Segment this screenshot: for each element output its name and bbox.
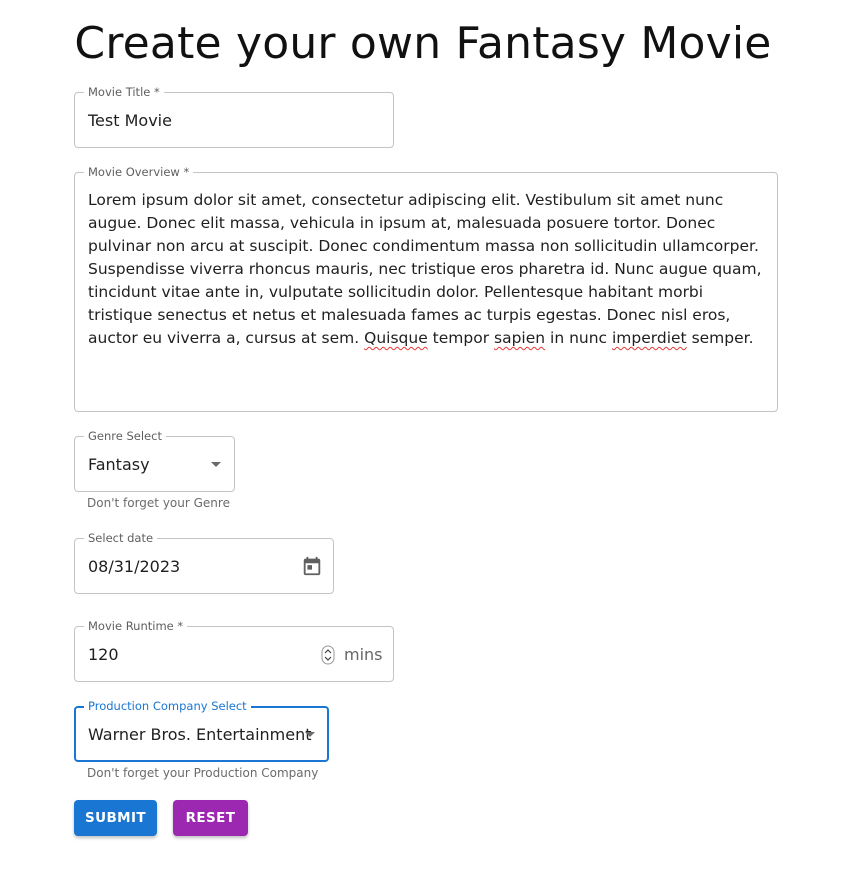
dropdown-arrow-icon	[305, 732, 315, 737]
misspelled-word: sapien	[494, 329, 546, 347]
number-spinner-icon[interactable]	[321, 645, 335, 665]
date-field[interactable]: Select date 08/31/2023	[74, 531, 334, 594]
production-company-select[interactable]: Production Company Select Warner Bros. E…	[74, 699, 329, 762]
date-input[interactable]: 08/31/2023	[88, 557, 180, 576]
misspelled-word: Quisque	[364, 329, 428, 347]
overview-text-segment: in nunc	[545, 329, 612, 347]
reset-button[interactable]: RESET	[173, 800, 248, 836]
movie-overview-field[interactable]: Movie Overview * Lorem ipsum dolor sit a…	[74, 165, 778, 412]
production-company-value: Warner Bros. Entertainment	[88, 725, 312, 744]
calendar-icon[interactable]	[301, 555, 323, 577]
date-label: Select date	[84, 531, 158, 546]
overview-text-segment: Lorem ipsum dolor sit amet, consectetur …	[88, 191, 762, 347]
genre-select[interactable]: Genre Select Fantasy	[74, 429, 235, 492]
genre-select-value: Fantasy	[88, 455, 150, 474]
movie-title-field[interactable]: Movie Title * Test Movie	[74, 85, 394, 148]
submit-button[interactable]: SUBMIT	[74, 800, 157, 836]
runtime-input[interactable]: 120	[88, 645, 119, 664]
movie-overview-textarea[interactable]: Lorem ipsum dolor sit amet, consectetur …	[88, 189, 763, 350]
dropdown-arrow-icon	[211, 462, 221, 467]
genre-helper-text: Don't forget your Genre	[87, 496, 230, 510]
genre-select-label: Genre Select	[84, 429, 166, 444]
page-title: Create your own Fantasy Movie	[74, 18, 772, 69]
movie-title-input[interactable]: Test Movie	[88, 111, 172, 130]
production-helper-text: Don't forget your Production Company	[87, 766, 319, 780]
runtime-label: Movie Runtime *	[84, 619, 188, 634]
overview-text-segment: semper.	[686, 329, 754, 347]
production-company-label: Production Company Select	[84, 699, 251, 714]
movie-overview-label: Movie Overview *	[84, 165, 194, 180]
runtime-unit: mins	[344, 645, 383, 664]
runtime-field[interactable]: Movie Runtime * 120 mins	[74, 619, 394, 682]
overview-text-segment: tempor	[427, 329, 494, 347]
misspelled-word: imperdiet	[612, 329, 687, 347]
movie-title-label: Movie Title *	[84, 85, 164, 100]
